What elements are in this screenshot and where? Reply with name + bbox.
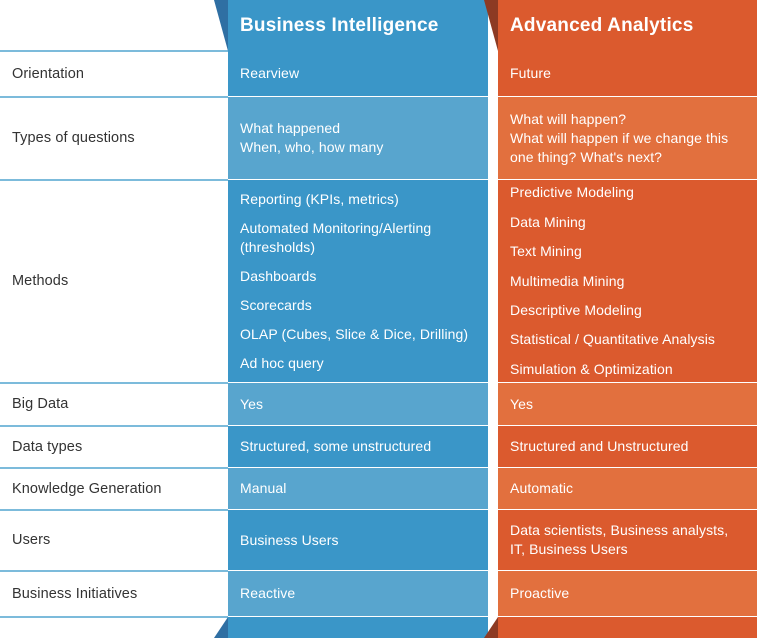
cell-aa-methods: Predictive Modeling Data Mining Text Min…: [498, 180, 757, 382]
row-label-business-initiatives: Business Initiatives: [12, 585, 138, 602]
column-header-business-intelligence: Business Intelligence: [228, 0, 488, 51]
row-label-column: Orientation Types of questions Methods B…: [0, 0, 228, 638]
column-header-advanced-analytics: Advanced Analytics: [498, 0, 757, 51]
row-label-orientation: Orientation: [12, 65, 85, 82]
bi-method-item: Dashboards: [240, 267, 317, 284]
cell-bi-business-initiatives: Reactive: [228, 571, 488, 616]
row-label-knowledge-generation: Knowledge Generation: [12, 480, 162, 497]
cell-aa-knowledge-generation: Automatic: [498, 468, 757, 509]
bi-method-item: Reporting (KPIs, metrics): [240, 190, 399, 207]
cell-bi-orientation: Rearview: [228, 51, 488, 96]
row-label-big-data: Big Data: [12, 396, 69, 412]
bi-methods-list: Reporting (KPIs, metrics) Automated Moni…: [240, 185, 480, 378]
cell-aa-orientation: Future: [498, 51, 757, 96]
cell-bi-knowledge-generation: Manual: [228, 468, 488, 509]
column-advanced-analytics: Advanced Analytics Future What will happ…: [498, 0, 757, 638]
bi-method-item: OLAP (Cubes, Slice & Dice, Drilling): [240, 325, 469, 342]
aa-method-item: Simulation & Optimization: [510, 360, 673, 377]
row-label-data-types: Data types: [12, 438, 83, 455]
aa-method-item: Statistical / Quantitative Analysis: [510, 331, 716, 348]
cell-bi-big-data: Yes: [228, 383, 488, 425]
cell-bi-data-types: Structured, some unstructured: [228, 426, 488, 467]
row-divider: [0, 616, 228, 618]
aa-method-item: Predictive Modeling: [510, 184, 635, 201]
column-footer-business-intelligence: [228, 617, 488, 638]
aa-methods-list: Predictive Modeling Data Mining Text Min…: [510, 178, 749, 384]
aa-method-item: Data Mining: [510, 213, 586, 230]
cell-bi-users: Business Users: [228, 510, 488, 570]
bi-method-item: Scorecards: [240, 296, 312, 313]
aa-method-item: Descriptive Modeling: [510, 301, 642, 318]
column-footer-advanced-analytics: [498, 617, 757, 638]
column-business-intelligence: Business Intelligence Rearview What happ…: [228, 0, 488, 638]
cell-aa-big-data: Yes: [498, 383, 757, 425]
cell-aa-business-initiatives: Proactive: [498, 571, 757, 616]
comparison-table: Orientation Types of questions Methods B…: [0, 0, 757, 638]
ribbon-fold-top-red-icon: [484, 0, 498, 51]
cell-bi-types-of-questions: What happened When, who, how many: [228, 97, 488, 179]
cell-aa-users: Data scientists, Business analysts, IT, …: [498, 510, 757, 570]
row-label-methods: Methods: [12, 273, 69, 289]
ribbon-fold-bottom-red-icon: [484, 617, 498, 638]
cell-aa-data-types: Structured and Unstructured: [498, 426, 757, 467]
aa-method-item: Multimedia Mining: [510, 272, 625, 289]
row-label-users: Users: [12, 532, 51, 548]
bi-method-item: Ad hoc query: [240, 354, 324, 371]
row-label-types-of-questions: Types of questions: [12, 130, 135, 146]
cell-bi-methods: Reporting (KPIs, metrics) Automated Moni…: [228, 180, 488, 382]
aa-method-item: Text Mining: [510, 243, 582, 260]
bi-method-item: Automated Monitoring/Alerting (threshold…: [240, 219, 432, 255]
ribbon-fold-bottom-blue-icon: [214, 617, 228, 638]
ribbon-fold-top-blue-icon: [214, 0, 228, 51]
cell-aa-types-of-questions: What will happen? What will happen if we…: [498, 97, 757, 179]
